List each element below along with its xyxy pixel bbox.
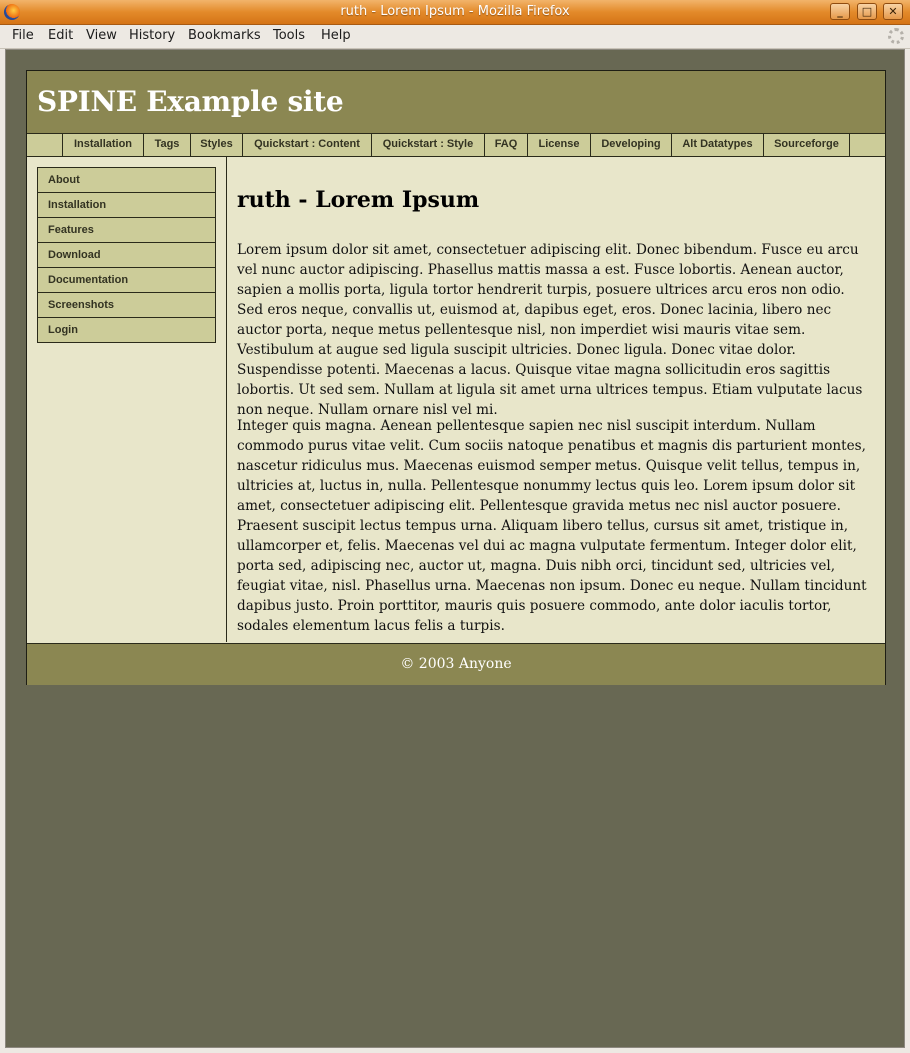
site-container: SPINE Example site Installation Tags Sty… — [26, 70, 886, 685]
title-bar: ruth - Lorem Ipsum - Mozilla Firefox _ □… — [0, 0, 910, 25]
sidebar-item-features[interactable]: Features — [38, 218, 215, 243]
sidebar-item-download[interactable]: Download — [38, 243, 215, 268]
nav-tab-installation[interactable]: Installation — [62, 134, 143, 156]
sidebar-item-about[interactable]: About — [38, 168, 215, 193]
nav-tab-faq[interactable]: FAQ — [484, 134, 527, 156]
nav-tab-alt-datatypes[interactable]: Alt Datatypes — [671, 134, 763, 156]
menu-history[interactable]: History — [129, 28, 175, 43]
menu-help[interactable]: Help — [321, 28, 351, 43]
sidebar-item-login[interactable]: Login — [38, 318, 215, 342]
sidebar: About Installation Features Download Doc… — [27, 157, 227, 642]
menu-bar: File Edit View History Bookmarks Tools H… — [0, 25, 910, 49]
sidebar-item-installation[interactable]: Installation — [38, 193, 215, 218]
close-button[interactable]: ✕ — [883, 3, 903, 20]
page-title: ruth - Lorem Ipsum — [237, 187, 480, 213]
minimize-button[interactable]: _ — [830, 3, 850, 20]
top-navigation: Installation Tags Styles Quickstart : Co… — [27, 134, 885, 157]
nav-tab-quickstart-style[interactable]: Quickstart : Style — [371, 134, 484, 156]
menu-view[interactable]: View — [86, 28, 117, 43]
menu-tools[interactable]: Tools — [273, 28, 305, 43]
site-footer: © 2003 Anyone — [27, 643, 885, 685]
site-header: SPINE Example site — [27, 71, 885, 134]
nav-tab-license[interactable]: License — [527, 134, 590, 156]
content-paragraph-2: Integer quis magna. Aenean pellentesque … — [237, 418, 867, 634]
window-title: ruth - Lorem Ipsum - Mozilla Firefox — [340, 4, 570, 19]
maximize-button[interactable]: □ — [857, 3, 877, 20]
sidebar-item-screenshots[interactable]: Screenshots — [38, 293, 215, 318]
page-viewport[interactable]: SPINE Example site Installation Tags Sty… — [5, 49, 905, 1048]
content-paragraph-1: Lorem ipsum dolor sit amet, consectetuer… — [237, 242, 863, 418]
browser-window: ruth - Lorem Ipsum - Mozilla Firefox _ □… — [0, 0, 910, 1053]
nav-tab-styles[interactable]: Styles — [190, 134, 242, 156]
nav-tab-sourceforge[interactable]: Sourceforge — [763, 134, 849, 156]
sidebar-menu: About Installation Features Download Doc… — [37, 167, 216, 343]
throbber-icon — [888, 28, 904, 44]
nav-tab-tags[interactable]: Tags — [143, 134, 190, 156]
nav-tab-developing[interactable]: Developing — [590, 134, 671, 156]
nav-tab-quickstart-content[interactable]: Quickstart : Content — [242, 134, 371, 156]
site-title: SPINE Example site — [37, 85, 344, 118]
sidebar-item-documentation[interactable]: Documentation — [38, 268, 215, 293]
menu-edit[interactable]: Edit — [48, 28, 73, 43]
menu-bookmarks[interactable]: Bookmarks — [188, 28, 261, 43]
nav-divider — [849, 134, 850, 156]
menu-file[interactable]: File — [12, 28, 34, 43]
